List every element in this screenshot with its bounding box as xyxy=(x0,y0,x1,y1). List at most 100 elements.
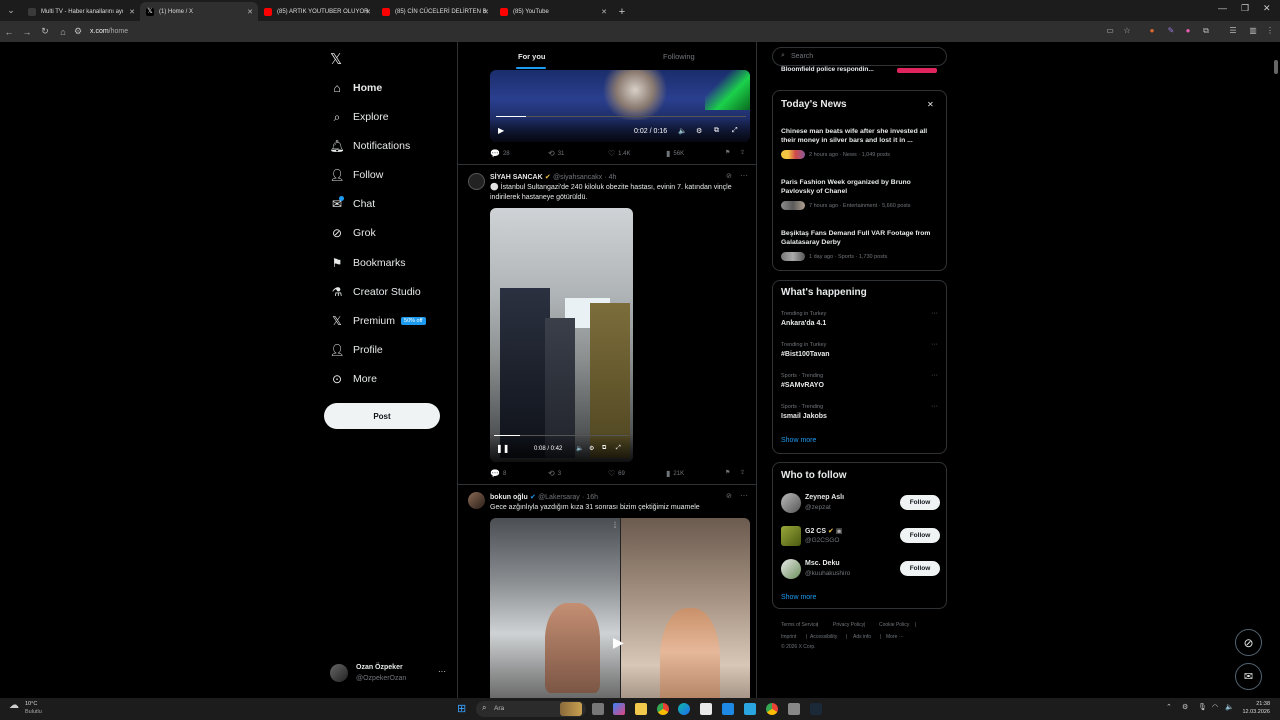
views-button[interactable]: ▮ 56K xyxy=(666,149,684,158)
post-button[interactable]: Post xyxy=(324,403,440,429)
trend-name[interactable]: #Bist100Tavan xyxy=(781,351,830,358)
sidebar-item-creator-studio[interactable]: ⚗ Creator Studio xyxy=(330,282,421,302)
suggested-user-name[interactable]: Msc. Deku xyxy=(805,560,840,567)
more-icon[interactable]: ··· xyxy=(740,491,748,500)
more-icon[interactable]: ··· xyxy=(931,372,938,379)
show-more-link[interactable]: Show more xyxy=(781,594,816,601)
sidebar-icon[interactable]: ▥ xyxy=(1248,26,1258,36)
star-icon[interactable]: ☆ xyxy=(1122,26,1132,36)
extension-icon[interactable]: ● xyxy=(1183,26,1193,36)
chrome-icon[interactable] xyxy=(657,703,669,715)
sidebar-item-chat[interactable]: ✉ Chat xyxy=(330,194,375,214)
tweet-handle[interactable]: @Lakersaray xyxy=(538,494,580,501)
sidebar-item-bookmarks[interactable]: ⚑ Bookmarks xyxy=(330,253,406,273)
video-player[interactable]: ❚❚ 0:08 / 0:42 🔈 ⚙ ⧉ ⤢ xyxy=(490,208,633,462)
video-progress[interactable] xyxy=(494,435,629,436)
play-icon[interactable]: ▶ xyxy=(613,634,624,651)
footer-link[interactable]: Terms of Service xyxy=(781,622,818,628)
trend-snippet[interactable]: Bloomfield police respondin... xyxy=(781,66,901,74)
windows-start-icon[interactable]: ⊞ xyxy=(457,702,466,715)
video-player[interactable]: ⦙ ▶ xyxy=(490,518,750,720)
follow-button[interactable]: Follow xyxy=(900,528,940,543)
new-tab-icon[interactable]: + xyxy=(612,2,632,21)
chevron-up-icon[interactable]: ⌃ xyxy=(1166,703,1172,711)
news-item-title[interactable]: Paris Fashion Week organized by Bruno Pa… xyxy=(781,178,941,196)
footer-link[interactable]: Imprint xyxy=(781,634,796,640)
pause-icon[interactable]: ❚❚ xyxy=(496,444,509,453)
volume-icon[interactable]: 🔈 xyxy=(678,127,687,135)
repost-button[interactable]: ⟲ 31 xyxy=(548,149,564,158)
share-icon[interactable]: ⇪ xyxy=(740,469,745,476)
tweet-author[interactable]: bokun oğlu xyxy=(490,494,528,501)
fullscreen-icon[interactable]: ⤢ xyxy=(732,127,738,135)
cast-icon[interactable]: ▭ xyxy=(1105,26,1115,36)
sidebar-item-home[interactable]: ⌂ Home xyxy=(330,78,382,98)
close-icon[interactable]: ✕ xyxy=(129,8,135,16)
avatar[interactable] xyxy=(468,492,485,509)
scrollbar-thumb[interactable] xyxy=(1274,60,1278,74)
sidebar-item-profile[interactable]: 👤︎ Profile xyxy=(329,340,382,360)
telegram-icon[interactable] xyxy=(744,703,756,715)
show-more-link[interactable]: Show more xyxy=(781,437,816,444)
extension-icon[interactable]: ✎ xyxy=(1166,26,1176,36)
chrome-profile-icon[interactable] xyxy=(766,703,778,715)
sidebar-item-follow[interactable]: 👤︎ Follow xyxy=(329,165,383,185)
tweet-author[interactable]: SİYAH SANCAK xyxy=(490,174,543,181)
account-menu-icon[interactable]: ··· xyxy=(438,667,446,676)
video-progress[interactable] xyxy=(496,116,746,117)
maximize-icon[interactable]: ❐ xyxy=(1241,3,1249,14)
suggested-user-name[interactable]: G2 CS xyxy=(805,528,826,535)
browser-tab[interactable]: (85) ARTIK YOUTUBER OLUYOR ✕ xyxy=(258,2,376,21)
more-icon[interactable]: ··· xyxy=(740,171,748,180)
browser-tab[interactable]: (85) CİN CÜCELERİ DELİRTEN B ✕ xyxy=(376,2,494,21)
like-button[interactable]: ♡ 69 xyxy=(608,469,625,478)
x-logo-icon[interactable]: 𝕏 xyxy=(330,50,342,68)
close-icon[interactable]: ✕ xyxy=(483,8,489,16)
clock-time[interactable]: 21:38 xyxy=(1242,701,1270,707)
close-window-icon[interactable]: ✕ xyxy=(1263,3,1271,14)
steam-icon[interactable] xyxy=(810,703,822,715)
volume-icon[interactable]: 🔈 xyxy=(576,445,583,452)
news-item-title[interactable]: Beşiktaş Fans Demand Full VAR Footage fr… xyxy=(781,229,941,247)
bookmark-icon[interactable]: ⚑ xyxy=(725,469,730,476)
tab-for-you[interactable]: For you xyxy=(518,52,546,61)
copilot-icon[interactable] xyxy=(613,703,625,715)
views-button[interactable]: ▮ 21K xyxy=(666,469,684,478)
puzzle-icon[interactable]: ⧉ xyxy=(1201,26,1211,36)
footer-link[interactable]: Privacy Policy xyxy=(833,622,864,628)
messages-icon[interactable]: ✉ xyxy=(1235,663,1262,690)
back-icon[interactable]: ← xyxy=(0,27,18,37)
sidebar-item-premium[interactable]: 𝕏 Premium 50% off xyxy=(330,311,426,331)
pip-icon[interactable]: ⧉ xyxy=(602,445,606,452)
browser-tab[interactable]: (85) YouTube ✕ xyxy=(494,2,612,21)
browser-tab-active[interactable]: 𝕏 (1) Home / X ✕ xyxy=(140,2,258,21)
settings-icon[interactable]: ⚙ xyxy=(589,445,594,452)
reply-button[interactable]: 💬 28 xyxy=(490,149,510,158)
footer-link[interactable]: Cookie Policy xyxy=(879,622,909,628)
trend-name[interactable]: Ankara'da 4.1 xyxy=(781,320,826,327)
search-input[interactable]: ⌕ Search xyxy=(772,47,947,66)
footer-link[interactable]: Ads info xyxy=(853,634,871,640)
taskbar-search-input[interactable]: ⌕ Ara xyxy=(476,701,586,717)
follow-button[interactable]: Follow xyxy=(900,561,940,576)
forward-icon[interactable]: → xyxy=(18,27,36,37)
trend-name[interactable]: Ismail Jakobs xyxy=(781,413,827,420)
url-field[interactable]: x.com/home xyxy=(90,28,128,35)
close-icon[interactable]: ✕ xyxy=(927,100,934,109)
news-item-title[interactable]: Chinese man beats wife after she investe… xyxy=(781,127,941,145)
home-browser-icon[interactable]: ⌂ xyxy=(54,27,72,37)
menu-dots-icon[interactable]: ⋮ xyxy=(1265,26,1275,36)
avatar[interactable] xyxy=(330,664,348,682)
reply-button[interactable]: 💬 8 xyxy=(490,469,506,478)
play-icon[interactable]: ▶ xyxy=(498,126,504,135)
minimize-icon[interactable]: — xyxy=(1218,3,1227,13)
sidebar-item-explore[interactable]: ⌕ Explore xyxy=(330,107,389,127)
task-view-icon[interactable] xyxy=(592,703,604,715)
tab-following[interactable]: Following xyxy=(663,52,695,61)
suggested-user-name[interactable]: Zeynep Aslı xyxy=(805,494,844,501)
tray-icon[interactable]: ⚙ xyxy=(1182,703,1188,711)
avatar[interactable] xyxy=(781,526,801,546)
sidebar-item-grok[interactable]: ⊘ Grok xyxy=(330,223,376,243)
store-icon[interactable] xyxy=(700,703,712,715)
more-icon[interactable]: ··· xyxy=(931,341,938,348)
